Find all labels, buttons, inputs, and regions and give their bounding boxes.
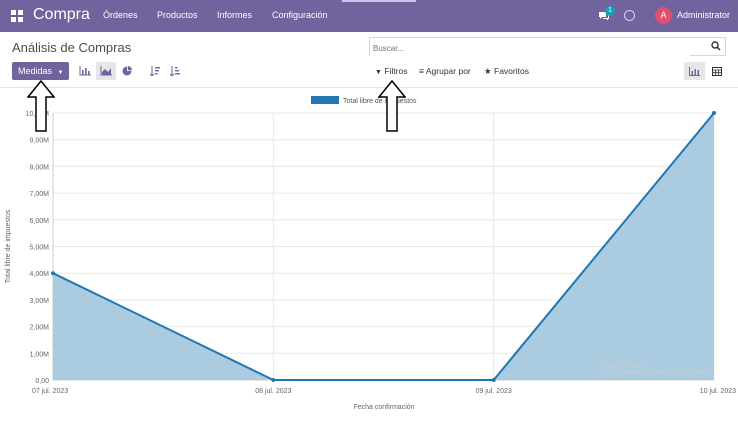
pie-chart-icon	[122, 66, 132, 76]
legend-swatch	[311, 96, 339, 104]
windows-watermark: Activar Windows Ve a Configuración para …	[600, 363, 711, 375]
caret-down-icon: ▼	[57, 70, 64, 76]
favorites-label: Favoritos	[494, 66, 529, 76]
x-tick-label: 08 jul. 2023	[255, 388, 291, 395]
sort-descending-button[interactable]	[145, 62, 165, 80]
pie-chart-button[interactable]	[117, 62, 137, 80]
data-point	[491, 378, 496, 382]
groupby-label: Agrupar por	[425, 66, 471, 76]
menu-ordenes[interactable]: Órdenes	[103, 10, 138, 20]
y-tick-label: 7,00M	[30, 191, 50, 198]
data-point	[712, 111, 716, 115]
y-tick-label: 4,00M	[30, 271, 50, 278]
filters-button[interactable]: ▼ Filtros	[375, 66, 407, 76]
measures-label: Medidas	[18, 66, 53, 76]
y-tick-label: 6,00M	[30, 218, 50, 225]
favorites-button[interactable]: ★ Favoritos	[484, 66, 529, 77]
pivot-view-button[interactable]	[706, 62, 727, 80]
filter-icon: ▼	[375, 69, 382, 76]
y-tick-label: 2,00M	[30, 325, 50, 332]
chat-count-badge: 1	[605, 6, 615, 16]
bar-chart-button[interactable]	[75, 62, 95, 80]
search-icon[interactable]	[711, 41, 721, 51]
line-chart-button[interactable]	[96, 62, 116, 80]
sort-ascending-button[interactable]	[165, 62, 185, 80]
graph-view-icon	[689, 66, 700, 76]
bar-chart-icon	[79, 66, 91, 76]
area-chart-icon	[100, 66, 112, 76]
search-input[interactable]	[370, 40, 690, 57]
x-axis-title: Fecha confirmación	[353, 404, 414, 411]
table-view-icon	[711, 66, 722, 76]
y-tick-label: 8,00M	[30, 164, 50, 171]
filters-label: Filtros	[384, 66, 408, 76]
app-brand[interactable]: Compra	[33, 6, 90, 24]
user-avatar[interactable]: A	[655, 7, 672, 24]
menu-informes[interactable]: Informes	[217, 10, 252, 20]
top-navbar: Compra Órdenes Productos Informes Config…	[0, 0, 738, 32]
nav-active-indicator	[342, 0, 416, 2]
page-title: Análisis de Compras	[12, 40, 132, 55]
measures-button[interactable]: Medidas ▼	[12, 62, 69, 80]
y-tick-label: 1,00M	[30, 351, 50, 358]
y-tick-label: 5,00M	[30, 245, 50, 252]
data-point	[271, 378, 276, 382]
y-tick-label: 9,00M	[30, 138, 50, 145]
data-point	[51, 271, 55, 276]
menu-productos[interactable]: Productos	[157, 10, 198, 20]
x-tick-label: 09 jul. 2023	[476, 388, 512, 395]
groupby-button[interactable]: ≡ Agrupar por	[419, 66, 471, 76]
y-tick-label: 3,00M	[30, 298, 50, 305]
watermark-line-2: Ve a Configuración para activar Windows.	[600, 369, 712, 375]
y-axis-title: Total libre de impuestos	[5, 209, 12, 283]
activity-clock-icon[interactable]	[624, 10, 635, 21]
sort-desc-icon	[150, 66, 160, 76]
y-tick-label: 0,00	[35, 378, 49, 385]
sort-asc-icon	[170, 66, 180, 76]
control-panel: Análisis de Compras Medidas ▼ Buscar... …	[0, 32, 738, 88]
groupby-icon: ≡	[419, 66, 424, 76]
menu-configuracion[interactable]: Configuración	[272, 10, 328, 20]
user-name[interactable]: Administrator	[677, 10, 730, 20]
search-bar[interactable]	[369, 37, 726, 57]
apps-menu-icon[interactable]	[11, 10, 23, 22]
x-tick-label: 10 jul. 2023	[700, 388, 736, 395]
graph-view-button[interactable]	[684, 62, 705, 80]
annotation-arrow-measures	[27, 80, 55, 132]
annotation-arrow-filters	[378, 80, 406, 132]
x-tick-label: 07 jul. 2023	[32, 388, 68, 395]
star-icon: ★	[484, 66, 492, 76]
